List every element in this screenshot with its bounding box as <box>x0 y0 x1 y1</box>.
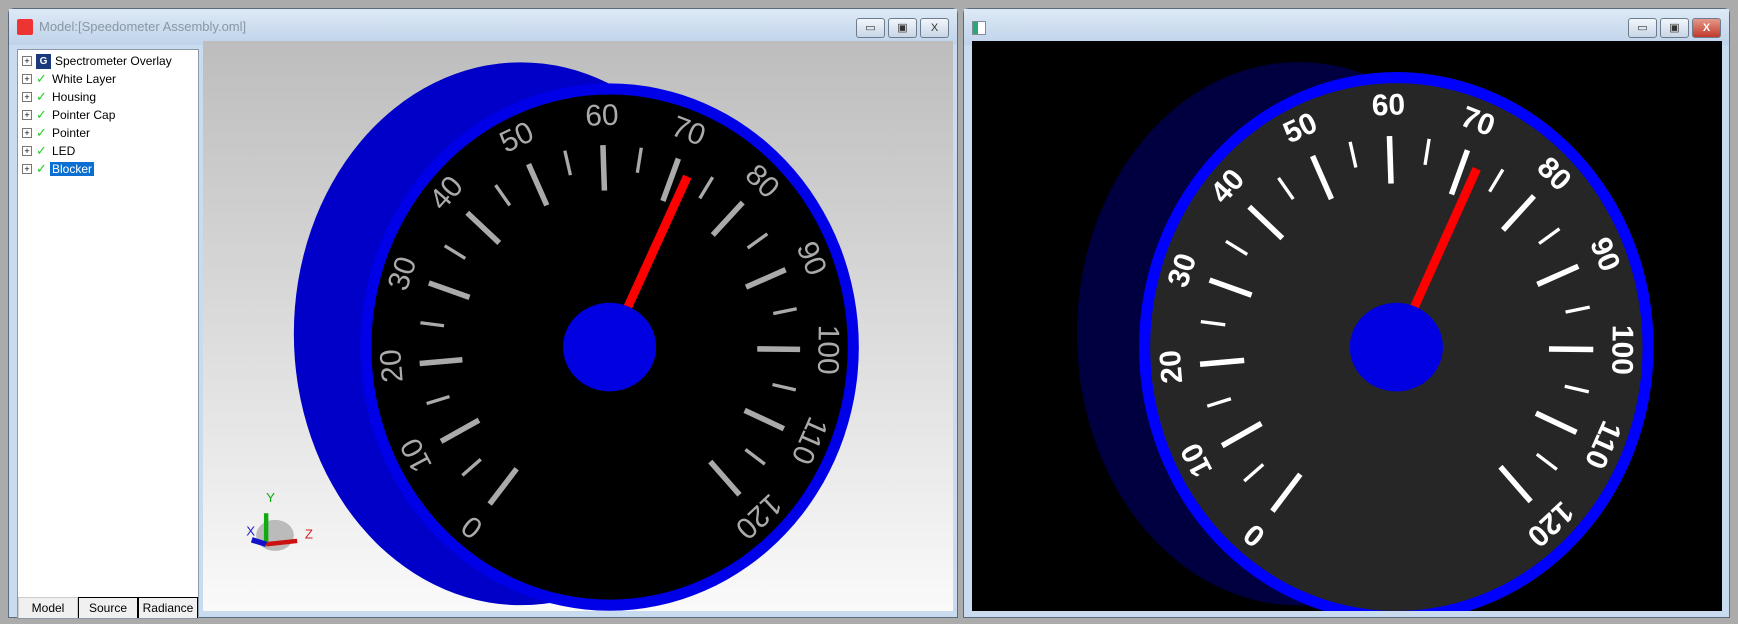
x-axis-label: X <box>246 523 255 538</box>
close-button[interactable]: X <box>920 18 949 38</box>
tab-source[interactable]: Source <box>78 597 138 618</box>
title-bar[interactable]: ▭ ▣ X <box>964 9 1729 45</box>
check-icon[interactable]: ✓ <box>36 71 50 87</box>
dial-label: 60 <box>585 99 619 133</box>
tree-item[interactable]: + ✓ Pointer Cap <box>22 106 117 124</box>
dial-label: 20 <box>1154 349 1190 385</box>
tab-radiance[interactable]: Radiance <box>138 597 198 618</box>
maximize-button[interactable]: ▣ <box>888 18 917 38</box>
check-icon[interactable]: ✓ <box>36 143 50 159</box>
model-3d-viewport[interactable]: 0 10 20 30 40 50 60 70 80 90 100 110 120 X Y Z <box>203 41 953 611</box>
tree-item-label: Pointer <box>52 126 91 140</box>
window-icon <box>972 21 986 35</box>
tree-item-label: Blocker <box>50 162 95 176</box>
dial-label: 60 <box>1371 88 1405 122</box>
tree-item[interactable]: + G Spectrometer Overlay <box>22 52 174 70</box>
z-axis-label: Z <box>305 527 313 542</box>
dial-tick <box>757 346 801 353</box>
axis-triad-icon <box>256 519 294 551</box>
expand-icon[interactable]: + <box>22 56 32 66</box>
pointer-cap <box>1349 302 1443 392</box>
model-window: Model:[Speedometer Assembly.oml] ▭ ▣ X +… <box>8 8 958 619</box>
dial-tick <box>419 357 463 367</box>
tree-item-label: Pointer Cap <box>52 108 116 122</box>
check-icon[interactable]: ✓ <box>36 125 50 141</box>
check-icon[interactable]: ✓ <box>36 161 50 177</box>
expand-icon[interactable]: + <box>22 128 32 138</box>
window-title: Model:[Speedometer Assembly.oml] <box>39 19 247 34</box>
tree-item[interactable]: + ✓ Blocker <box>22 160 95 178</box>
tree-item[interactable]: + ✓ LED <box>22 142 77 160</box>
model-tree: + G Spectrometer Overlay + ✓ White Layer + ✓ Hou… <box>17 49 199 619</box>
tree-item[interactable]: + ✓ Pointer <box>22 124 92 142</box>
tree-item-label: LED <box>52 144 76 158</box>
dial-label: 100 <box>1605 325 1639 375</box>
minimize-button[interactable]: ▭ <box>1628 18 1657 38</box>
minimize-button[interactable]: ▭ <box>856 18 885 38</box>
pointer-cap <box>563 302 657 392</box>
expand-icon[interactable]: + <box>22 146 32 156</box>
expand-icon[interactable]: + <box>22 92 32 102</box>
render-viewport[interactable]: 0 10 20 30 40 50 60 70 80 90 100 110 120 <box>972 41 1722 611</box>
dial-label: 20 <box>374 348 410 384</box>
dial-label: 100 <box>811 325 845 375</box>
tab-model[interactable]: Model <box>18 597 78 618</box>
render-window: ▭ ▣ X 0 10 20 30 40 50 60 70 80 90 100 110 120 <box>963 8 1730 618</box>
tree-item[interactable]: + ✓ Housing <box>22 88 98 106</box>
dial-tick <box>1548 346 1594 353</box>
dial-tick <box>600 145 608 191</box>
tree-item-label: Housing <box>52 90 97 104</box>
tree-item-label: White Layer <box>52 72 117 86</box>
check-icon[interactable]: ✓ <box>36 89 50 105</box>
group-icon: G <box>36 53 51 69</box>
close-button[interactable]: X <box>1692 18 1721 38</box>
speedometer-render-view: 0102030405060 708090100110120 <box>1076 62 1654 611</box>
expand-icon[interactable]: + <box>22 164 32 174</box>
dial-tick <box>1199 357 1245 368</box>
title-bar[interactable]: Model:[Speedometer Assembly.oml] ▭ ▣ X <box>9 9 957 45</box>
expand-icon[interactable]: + <box>22 110 32 120</box>
speedometer-model-view: 01020304050 60 708090100110120XYZ <box>246 62 859 611</box>
tree-item[interactable]: + ✓ White Layer <box>22 70 118 88</box>
maximize-button[interactable]: ▣ <box>1660 18 1689 38</box>
tree-item-label: Spectrometer Overlay <box>55 54 172 68</box>
tree-tabs: Model Source Radiance <box>18 597 198 618</box>
y-axis-label: Y <box>266 490 275 505</box>
app-icon <box>17 19 33 35</box>
expand-icon[interactable]: + <box>22 74 32 84</box>
dial-tick <box>1386 135 1394 184</box>
check-icon[interactable]: ✓ <box>36 107 50 123</box>
